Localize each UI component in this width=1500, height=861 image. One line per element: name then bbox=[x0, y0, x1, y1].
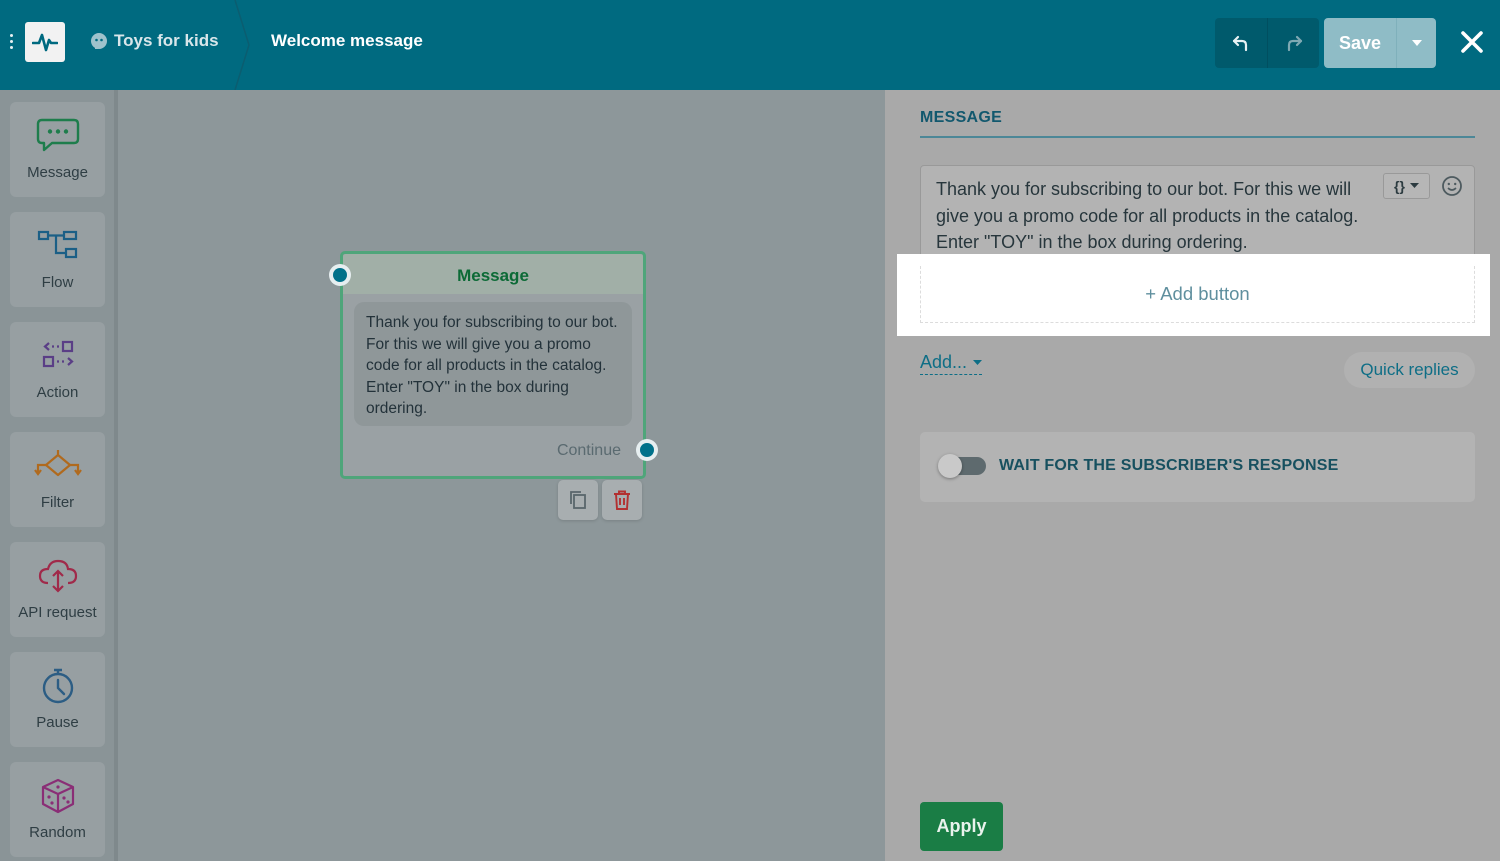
section-divider bbox=[920, 136, 1475, 138]
tool-action[interactable]: Action bbox=[10, 322, 105, 417]
close-button[interactable] bbox=[1456, 26, 1488, 58]
close-icon bbox=[1461, 31, 1483, 53]
tool-message[interactable]: Message bbox=[10, 102, 105, 197]
flow-canvas[interactable]: Message Thank you for subscribing to our… bbox=[122, 90, 885, 861]
add-content-dropdown[interactable]: Add... bbox=[920, 352, 983, 375]
node-continue-label: Continue bbox=[556, 442, 621, 459]
duplicate-node-button[interactable] bbox=[558, 480, 598, 520]
message-settings-panel: MESSAGE Thank you for subscribing to our… bbox=[885, 90, 1500, 861]
api-request-icon bbox=[38, 559, 77, 593]
wait-response-label: WAIT FOR THE SUBSCRIBER'S RESPONSE bbox=[999, 457, 1339, 474]
save-options-button[interactable] bbox=[1396, 18, 1436, 68]
node-input-port[interactable] bbox=[329, 264, 351, 286]
node-message-text: Thank you for subscribing to our bot. Fo… bbox=[354, 302, 632, 426]
tool-flow[interactable]: Flow bbox=[10, 212, 105, 307]
redo-button[interactable] bbox=[1267, 18, 1319, 68]
message-icon bbox=[36, 118, 79, 152]
trash-icon bbox=[614, 490, 630, 510]
emoji-icon[interactable] bbox=[1441, 175, 1463, 197]
flow-icon bbox=[37, 230, 77, 259]
tool-pause[interactable]: Pause bbox=[10, 652, 105, 747]
tool-random[interactable]: Random bbox=[10, 762, 105, 857]
add-button[interactable]: + Add button bbox=[920, 266, 1475, 323]
message-node[interactable]: Message Thank you for subscribing to our… bbox=[329, 251, 658, 479]
top-bar: Toys for kids Welcome message Save bbox=[0, 0, 1500, 90]
add-menu-label: Add... bbox=[920, 352, 968, 372]
tool-label: Pause bbox=[36, 714, 79, 731]
tool-label: Filter bbox=[40, 494, 75, 511]
add-button-area: + Add button bbox=[897, 254, 1490, 336]
quick-replies-button[interactable]: Quick replies bbox=[1344, 352, 1475, 388]
breadcrumb-bot[interactable]: Toys for kids bbox=[90, 30, 219, 52]
undo-button[interactable] bbox=[1215, 18, 1267, 68]
node-title: Message bbox=[343, 254, 643, 294]
apply-button[interactable]: Apply bbox=[920, 802, 1003, 851]
bot-name: Toys for kids bbox=[114, 31, 219, 50]
tool-filter[interactable]: Filter bbox=[10, 432, 105, 527]
pulse-logo-icon bbox=[32, 33, 58, 52]
tool-label: Action bbox=[36, 384, 79, 401]
menu-dots-icon[interactable] bbox=[9, 34, 15, 54]
flow-title: Welcome message bbox=[271, 31, 423, 50]
node-actions bbox=[558, 480, 642, 520]
variable-braces-icon: {} bbox=[1394, 178, 1405, 194]
panel-section-title: MESSAGE bbox=[920, 109, 1003, 126]
redo-icon bbox=[1287, 35, 1302, 52]
tool-label: Message bbox=[27, 164, 88, 181]
chevron-down-icon bbox=[1409, 183, 1419, 188]
wait-response-toggle[interactable] bbox=[938, 454, 986, 478]
chevron-down-icon bbox=[973, 359, 983, 365]
wait-response-setting: WAIT FOR THE SUBSCRIBER'S RESPONSE bbox=[920, 432, 1475, 502]
app-logo[interactable] bbox=[25, 22, 65, 62]
filter-icon bbox=[33, 450, 82, 477]
copy-icon bbox=[570, 491, 586, 509]
undo-icon bbox=[1232, 35, 1248, 52]
tool-label: API request bbox=[18, 604, 97, 621]
node-output-port[interactable] bbox=[636, 439, 658, 461]
element-toolbar: Message Flow Action Filter API request P… bbox=[0, 90, 118, 861]
insert-variable-button[interactable]: {} bbox=[1383, 173, 1430, 199]
random-dice-icon bbox=[41, 778, 74, 814]
delete-node-button[interactable] bbox=[602, 480, 642, 520]
action-icon bbox=[42, 340, 74, 368]
breadcrumb-separator bbox=[234, 0, 250, 90]
tool-api-request[interactable]: API request bbox=[10, 542, 105, 637]
pause-clock-icon bbox=[42, 668, 73, 704]
chevron-down-icon bbox=[1411, 40, 1422, 46]
save-controls: Save bbox=[1324, 18, 1436, 68]
save-button[interactable]: Save bbox=[1324, 18, 1396, 68]
history-controls bbox=[1215, 18, 1319, 68]
chat-bot-icon bbox=[91, 33, 107, 49]
message-text-value[interactable]: Thank you for subscribing to our bot. Fo… bbox=[936, 176, 1386, 256]
tool-label: Flow bbox=[41, 274, 74, 291]
tool-label: Random bbox=[29, 824, 86, 841]
message-textarea[interactable]: Thank you for subscribing to our bot. Fo… bbox=[920, 165, 1475, 267]
